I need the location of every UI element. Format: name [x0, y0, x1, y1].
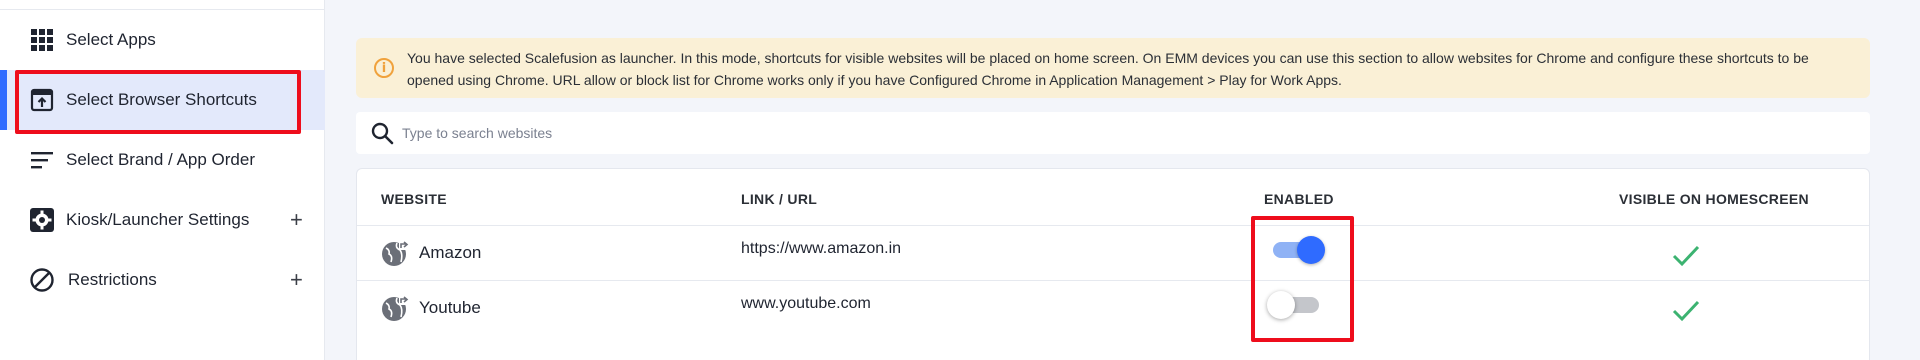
websites-table: WEBSITE LINK / URL ENABLED VISIBLE ON HO… [356, 168, 1870, 360]
toggle-knob [1267, 291, 1295, 319]
main-content: i You have selected Scalefusion as launc… [326, 0, 1920, 360]
checkmark-icon [1672, 300, 1700, 322]
block-icon [29, 267, 55, 293]
search-input[interactable] [402, 120, 1302, 146]
sidebar-item-kiosk-launcher-settings[interactable]: Kiosk/Launcher Settings + [0, 190, 325, 250]
sidebar-item-select-apps[interactable]: Select Apps [0, 10, 325, 70]
info-icon: i [374, 58, 394, 78]
website-cell: Amazon [381, 238, 481, 268]
column-header-link: LINK / URL [741, 191, 818, 207]
column-header-enabled: ENABLED [1264, 191, 1334, 207]
web-globe-icon [382, 239, 410, 266]
row-divider [357, 225, 1869, 226]
sidebar: Select Apps Select Browser Shortcuts Sel… [0, 0, 325, 360]
sidebar-item-label: Kiosk/Launcher Settings [66, 210, 250, 229]
website-url: https://www.amazon.in [741, 240, 902, 257]
toggle-knob [1297, 236, 1325, 264]
active-indicator [0, 70, 7, 130]
sort-lines-icon [29, 147, 55, 173]
search-bar [356, 112, 1870, 154]
sidebar-item-restrictions[interactable]: Restrictions + [0, 250, 325, 310]
gear-icon [29, 207, 55, 233]
expand-plus-icon[interactable]: + [290, 209, 303, 231]
sidebar-item-select-browser-shortcuts[interactable]: Select Browser Shortcuts [0, 70, 325, 130]
website-url: www.youtube.com [741, 295, 871, 312]
sidebar-item-label: Select Apps [66, 30, 156, 49]
sidebar-top-divider [0, 0, 325, 10]
web-globe-icon [382, 294, 410, 321]
sidebar-item-label: Select Browser Shortcuts [66, 90, 257, 109]
row-divider [357, 280, 1869, 281]
website-name: Amazon [419, 243, 482, 262]
search-icon [371, 122, 394, 145]
column-header-website: WEBSITE [381, 191, 447, 207]
expand-plus-icon[interactable]: + [290, 269, 303, 291]
column-header-visible-on-homescreen: VISIBLE ON HOMESCREEN [1619, 191, 1809, 207]
info-alert: i You have selected Scalefusion as launc… [356, 38, 1870, 98]
grid-icon [29, 27, 55, 53]
enabled-toggle-amazon[interactable] [1269, 236, 1325, 264]
website-cell: Youtube [381, 293, 481, 323]
sidebar-item-label: Restrictions [68, 270, 157, 289]
sidebar-item-label: Select Brand / App Order [66, 150, 255, 169]
website-name: Youtube [419, 298, 481, 317]
browser-shortcut-icon [29, 87, 55, 113]
alert-text: You have selected Scalefusion as launche… [407, 50, 1809, 88]
checkmark-icon [1672, 245, 1700, 267]
sidebar-item-select-brand-app-order[interactable]: Select Brand / App Order [0, 130, 325, 190]
enabled-toggle-youtube[interactable] [1267, 291, 1321, 319]
